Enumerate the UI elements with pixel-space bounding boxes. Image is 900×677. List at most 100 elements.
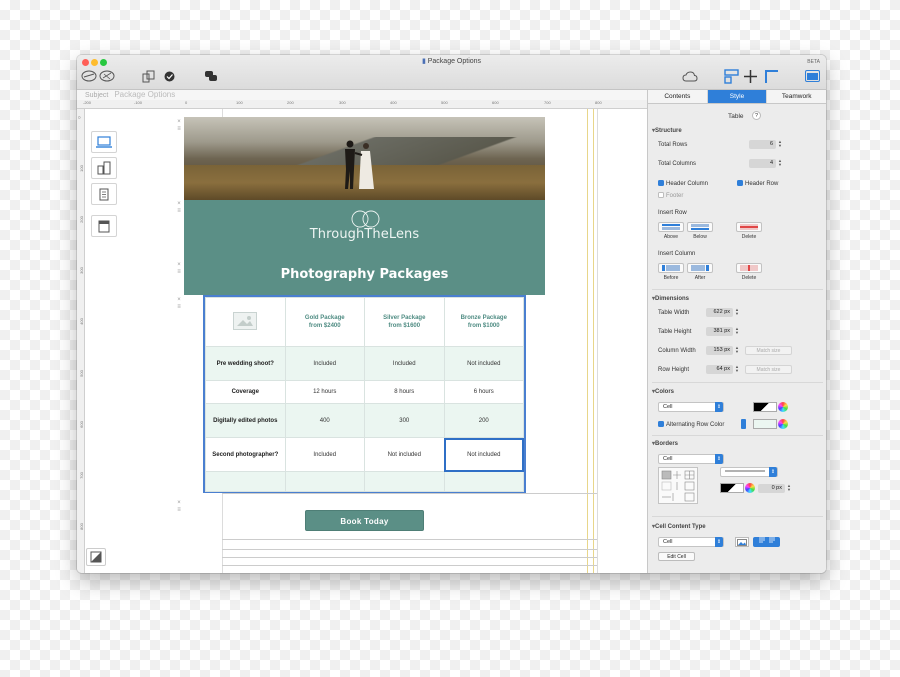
table-height-field[interactable]: 381 px (706, 327, 733, 336)
insert-column-after-button[interactable] (687, 263, 713, 273)
insert-column-before-button[interactable] (658, 263, 684, 273)
border-style-select[interactable]: ⇕ (720, 467, 778, 477)
row-controls[interactable]: × ≡ (175, 119, 183, 133)
row-controls[interactable]: × ≡ (175, 500, 183, 514)
subject-bar[interactable]: Subject Package Options (77, 90, 647, 100)
help-button[interactable]: ? (752, 111, 761, 120)
color-wheel-icon[interactable] (778, 402, 788, 412)
table-row-header[interactable]: Second photographer? (205, 437, 286, 472)
structure-section-title[interactable]: Structure (652, 127, 682, 134)
row-controls[interactable]: × ≡ (175, 262, 183, 276)
borders-target-select[interactable]: Cell ⇕ (658, 454, 724, 464)
table-height-stepper[interactable]: ▲ ▼ (735, 327, 739, 336)
mobile-preview-button[interactable] (91, 157, 117, 179)
subject-value[interactable]: Package Options (114, 90, 175, 99)
borders-section-title[interactable]: Borders (652, 440, 678, 447)
table-row-header[interactable]: Coverage (205, 380, 286, 404)
table-cell[interactable]: Not included (443, 346, 524, 381)
table-column-header[interactable]: Gold Package from $2400 (284, 297, 365, 347)
table-width-field[interactable]: 622 px (706, 308, 733, 317)
border-color-swatch[interactable] (720, 483, 744, 493)
delete-row-button[interactable] (736, 222, 762, 232)
hero-photo[interactable] (184, 117, 545, 200)
send-test-icon[interactable] (81, 69, 97, 83)
border-width-field[interactable]: 0 px (758, 484, 785, 493)
table-layout-icon[interactable] (723, 68, 739, 84)
table-cell[interactable]: 6 hours (443, 380, 524, 404)
colors-section-title[interactable]: Colors (652, 388, 674, 395)
table-cell[interactable]: 8 hours (364, 380, 445, 404)
text-content-icon[interactable] (753, 537, 780, 547)
table-row-header[interactable]: Pre wedding shoot? (205, 346, 286, 381)
selected-table-cell[interactable]: Not included (443, 437, 524, 472)
table-cell[interactable] (284, 471, 365, 492)
cloud-icon[interactable] (681, 69, 699, 83)
packages-table[interactable]: Gold Package from $2400 Silver Package fro… (203, 295, 526, 493)
border-width-stepper[interactable]: ▲ ▼ (787, 484, 791, 493)
tab-style[interactable]: Style (707, 90, 768, 103)
row-height-field[interactable]: 64 px (706, 365, 733, 374)
table-row-header[interactable] (205, 471, 286, 492)
color-wheel-icon[interactable] (745, 483, 755, 493)
table-cell[interactable] (443, 471, 524, 492)
table-cell[interactable]: Not included (364, 437, 445, 472)
table-cell[interactable]: 300 (364, 403, 445, 438)
book-today-button[interactable]: Book Today (305, 510, 424, 531)
border-tool-icon[interactable] (763, 68, 779, 84)
match-column-size-button[interactable]: Match size (745, 346, 792, 355)
alternating-row-color-swatch[interactable] (753, 419, 777, 429)
row-height-stepper[interactable]: ▲ ▼ (735, 365, 739, 374)
image-content-icon[interactable] (735, 537, 749, 547)
match-row-size-button[interactable]: Match size (745, 365, 792, 374)
total-columns-stepper[interactable]: ▲ ▼ (778, 159, 782, 168)
table-cell[interactable] (205, 297, 286, 347)
chat-icon[interactable] (203, 69, 219, 83)
table-width-stepper[interactable]: ▲ ▼ (735, 308, 739, 317)
add-element-icon[interactable] (742, 68, 758, 84)
header-column-checkbox[interactable]: Header Column (658, 180, 708, 187)
table-column-header[interactable]: Bronze Package from $1000 (443, 297, 524, 347)
total-columns-field[interactable]: 4 (749, 159, 776, 168)
checkmark-icon[interactable] (163, 70, 175, 82)
alternating-color-toggle[interactable] (741, 419, 746, 429)
total-rows-field[interactable]: 6 (749, 140, 776, 149)
table-cell[interactable]: 400 (284, 403, 365, 438)
table-cell[interactable]: 12 hours (284, 380, 365, 404)
alternating-row-color-checkbox[interactable]: Alternating Row Color (658, 421, 724, 428)
border-grid-picker[interactable] (658, 467, 698, 504)
layout-icon[interactable] (141, 69, 157, 83)
cell-content-target-select[interactable]: Cell ⇕ (658, 537, 724, 547)
tab-contents[interactable]: Contents (648, 90, 708, 103)
table-row-header[interactable]: Digitally edited photos (205, 403, 286, 438)
insert-row-below-button[interactable] (687, 222, 713, 232)
row-controls[interactable]: × ≡ (175, 201, 183, 215)
html-view-button[interactable] (91, 215, 117, 237)
header-row-checkbox[interactable]: Header Row (737, 180, 778, 187)
footer-checkbox[interactable]: Footer (658, 192, 683, 199)
canvas-settings-icon[interactable] (86, 548, 106, 566)
tab-teamwork[interactable]: Teamwork (767, 90, 826, 103)
edit-cell-button[interactable]: Edit Cell (658, 552, 695, 561)
text-view-button[interactable] (91, 183, 117, 205)
column-width-field[interactable]: 153 px (706, 346, 733, 355)
insert-row-above-button[interactable] (658, 222, 684, 232)
table-column-header[interactable]: Silver Package from $1600 (364, 297, 445, 347)
total-rows-stepper[interactable]: ▲ ▼ (778, 140, 782, 149)
table-cell[interactable]: Included (284, 437, 365, 472)
column-width-stepper[interactable]: ▲ ▼ (735, 346, 739, 355)
table-cell[interactable] (364, 471, 445, 492)
table-cell[interactable]: Included (284, 346, 365, 381)
brand-header[interactable]: ThroughTheLens Photography Packages (184, 200, 545, 295)
delete-column-button[interactable] (736, 263, 762, 273)
table-cell[interactable]: Included (364, 346, 445, 381)
colors-target-select[interactable]: Cell ⇕ (658, 402, 724, 412)
image-placeholder-icon[interactable] (233, 312, 258, 330)
cell-color-swatch[interactable] (753, 402, 777, 412)
dimensions-section-title[interactable]: Dimensions (652, 295, 689, 302)
color-wheel-icon[interactable] (778, 419, 788, 429)
desktop-preview-button[interactable] (91, 131, 117, 153)
preview-icon[interactable] (99, 69, 115, 83)
row-controls[interactable]: × ≡ (175, 297, 183, 311)
cell-content-type-section-title[interactable]: Cell Content Type (652, 523, 706, 530)
sidebar-toggle-icon[interactable] (804, 69, 820, 83)
